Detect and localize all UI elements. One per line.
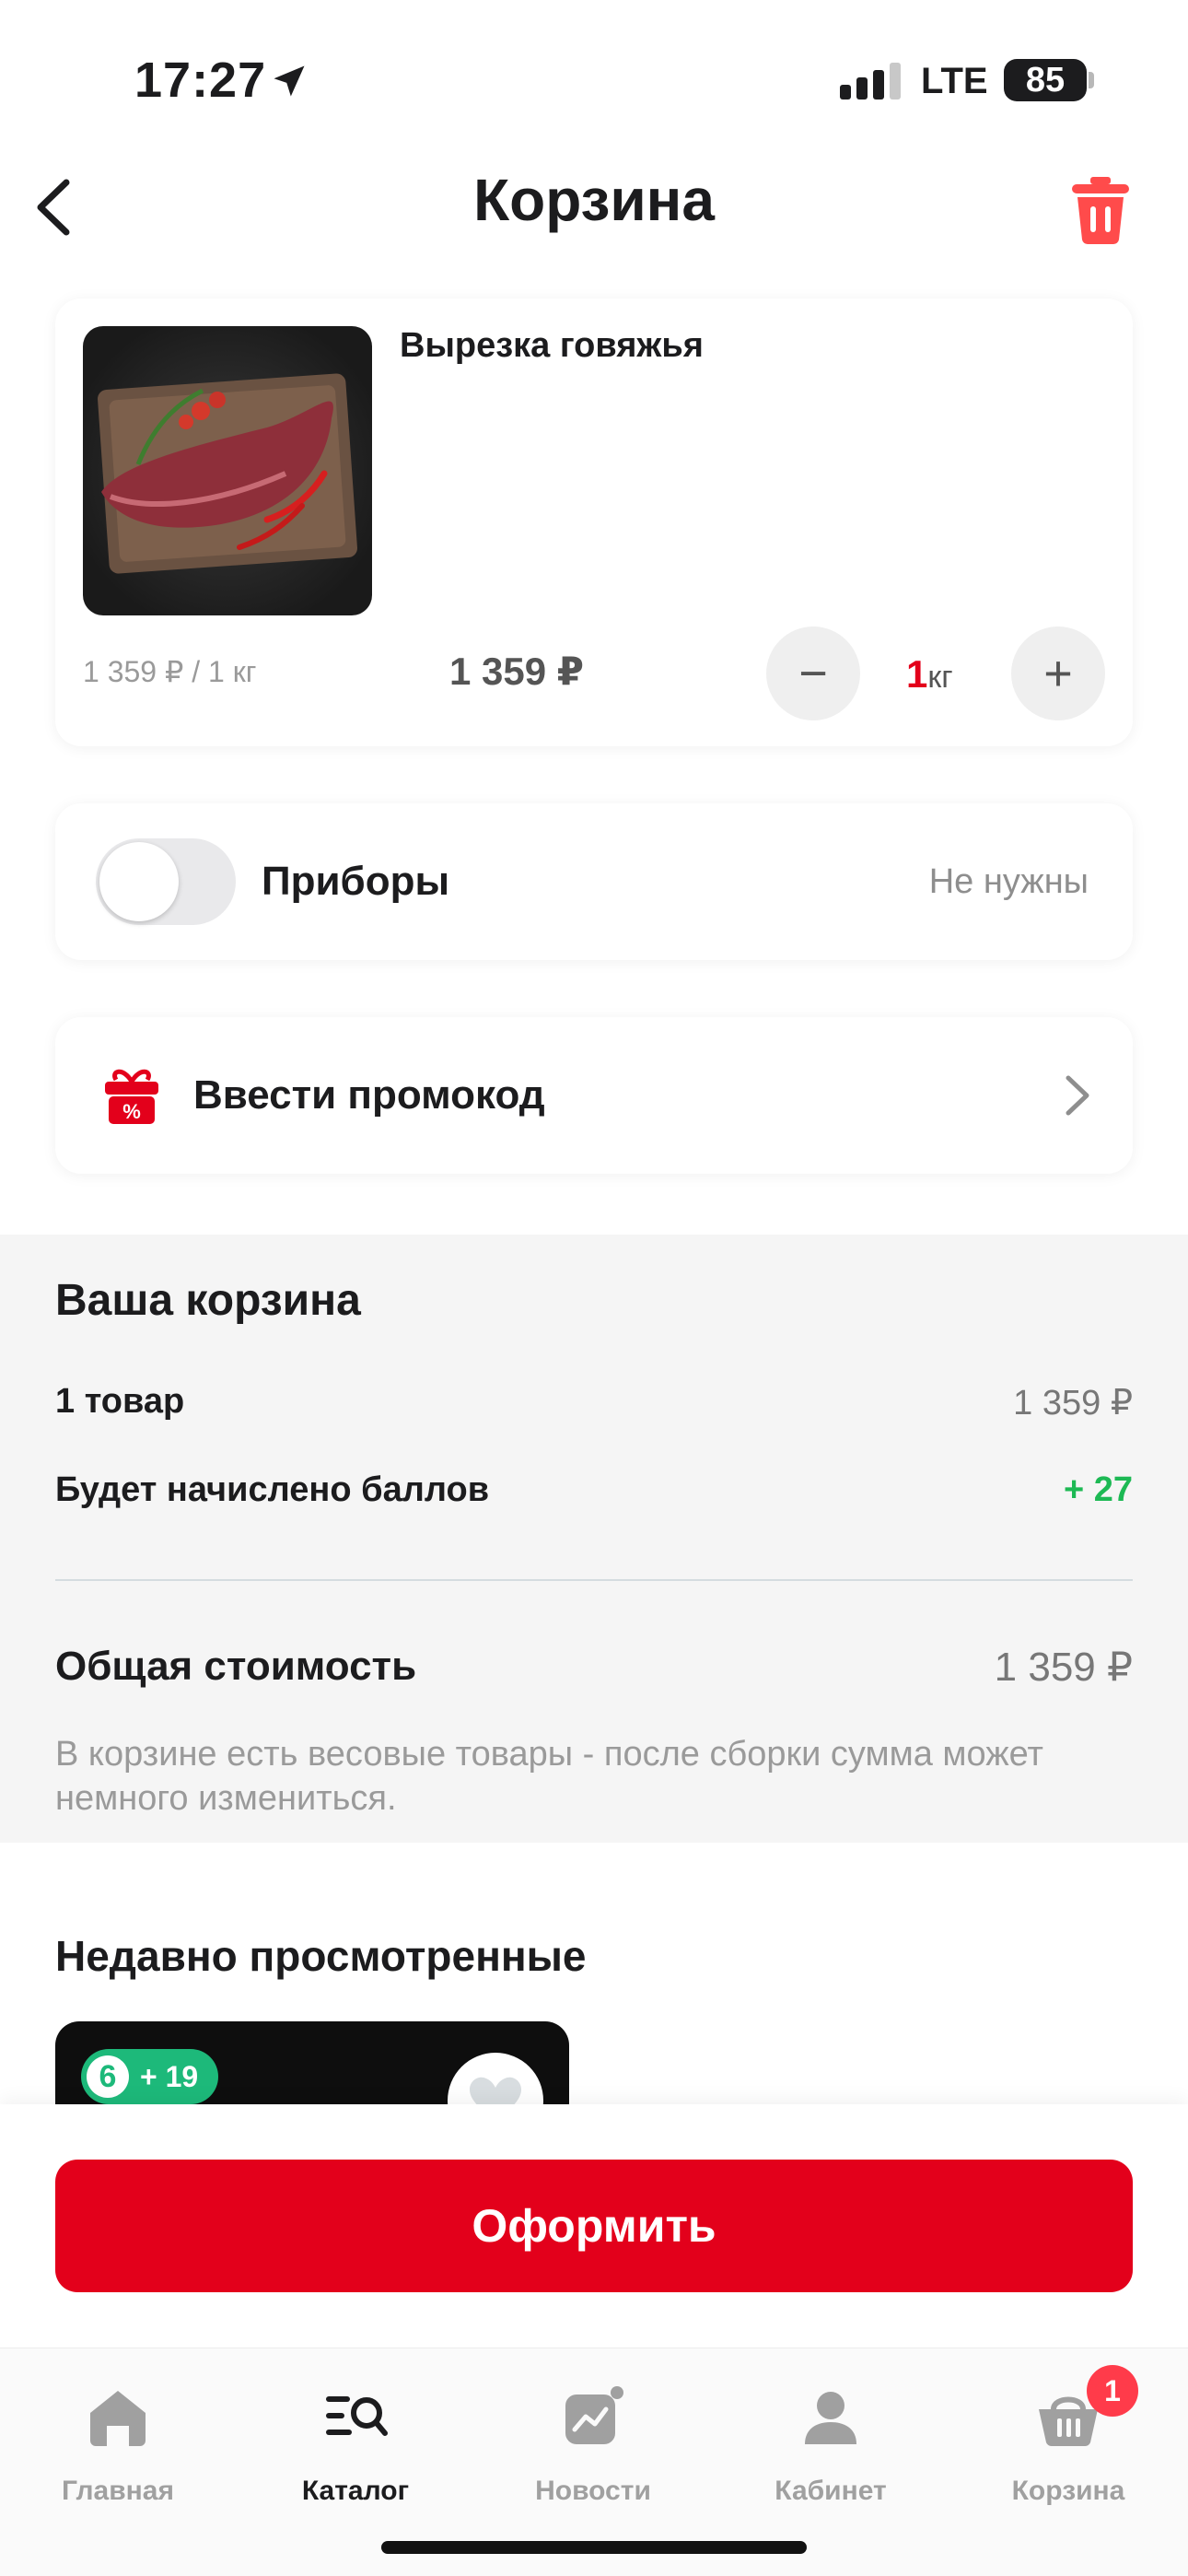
gift-percent-icon: %: [105, 1069, 158, 1124]
cutlery-toggle[interactable]: [96, 838, 236, 925]
points-badge-value: + 19: [140, 2059, 199, 2093]
bonus-points-row: Будет начислено баллов + 27: [55, 1470, 1133, 1510]
news-icon: [565, 2386, 623, 2444]
weight-items-note: В корзине есть весовые товары - после сб…: [55, 1735, 1043, 1818]
quantity-number: 1: [906, 652, 928, 696]
total-label: Общая стоимость: [55, 1644, 417, 1689]
points-badge: 6 + 19: [81, 2049, 219, 2104]
product-image[interactable]: [83, 326, 372, 615]
minus-icon: −: [798, 646, 828, 701]
status-bar: 17:27 LTE 85: [0, 0, 1188, 147]
points-badge-number: 6: [87, 2055, 129, 2098]
tab-cabinet-label: Кабинет: [775, 2476, 887, 2506]
tab-catalog-label: Каталог: [301, 2476, 410, 2506]
cart-count-badge: 1: [1087, 2365, 1138, 2417]
total-row: Общая стоимость 1 359 ₽: [55, 1644, 1133, 1690]
recently-viewed-title: Недавно просмотренные: [55, 1932, 587, 1980]
home-indicator: [381, 2541, 807, 2554]
signal-icon: [840, 63, 901, 100]
checkout-button[interactable]: Оформить: [55, 2160, 1133, 2292]
toggle-knob: [99, 842, 179, 921]
network-type: LTE: [921, 61, 988, 101]
tab-cabinet[interactable]: Кабинет: [739, 2365, 923, 2512]
quantity-unit: кг: [927, 660, 953, 695]
battery-icon: 85: [1004, 59, 1087, 101]
increase-quantity-button[interactable]: +: [1011, 626, 1105, 720]
quantity-value: 1кг: [906, 652, 953, 697]
items-subtotal: 1 359 ₽: [1013, 1384, 1133, 1423]
tab-news-label: Новости: [535, 2476, 651, 2506]
beef-tenderloin-image: [98, 373, 357, 574]
product-name[interactable]: Вырезка говяжья: [400, 326, 704, 366]
item-total-price: 1 359 ₽: [449, 650, 584, 693]
trash-icon: [1072, 177, 1129, 245]
battery-tip: [1089, 72, 1094, 88]
clear-cart-button[interactable]: [1068, 175, 1133, 245]
profile-icon: [805, 2392, 856, 2444]
summary-title: Ваша корзина: [55, 1276, 361, 1325]
bonus-points-label: Будет начислено баллов: [55, 1470, 490, 1509]
tab-home[interactable]: Главная: [26, 2365, 210, 2512]
tab-news[interactable]: Новости: [501, 2365, 685, 2512]
page-title: Корзина: [473, 167, 715, 233]
plus-icon: +: [1043, 646, 1073, 701]
items-count-row: 1 товар 1 359 ₽: [55, 1382, 1133, 1423]
tab-cart-label: Корзина: [1011, 2476, 1125, 2506]
cart-item-card: Вырезка говяжья 1 359 ₽ / 1 кг 1 359 ₽ −…: [55, 299, 1133, 746]
decrease-quantity-button[interactable]: −: [766, 626, 860, 720]
unit-price: 1 359 ₽ / 1 кг: [83, 655, 257, 688]
catalog-search-icon: [326, 2396, 388, 2436]
promo-code-row[interactable]: % Ввести промокод: [55, 1017, 1133, 1174]
total-value: 1 359 ₽: [994, 1645, 1133, 1690]
status-time: 17:27: [134, 53, 267, 108]
items-count-label: 1 товар: [55, 1382, 185, 1421]
cart-summary: Ваша корзина 1 товар 1 359 ₽ Будет начис…: [0, 1235, 1188, 1843]
bonus-points-value: + 27: [1063, 1470, 1133, 1509]
location-arrow-icon: [274, 65, 305, 97]
promo-label: Ввести промокод: [193, 1072, 545, 1118]
cutlery-status: Не нужны: [928, 862, 1089, 901]
cutlery-label: Приборы: [262, 859, 450, 904]
svg-text:%: %: [122, 1100, 141, 1123]
tab-catalog[interactable]: Каталог: [263, 2365, 448, 2512]
tab-home-label: Главная: [61, 2476, 174, 2506]
home-icon: [90, 2391, 146, 2446]
tab-cart[interactable]: 1 Корзина: [976, 2365, 1160, 2512]
cutlery-row: Приборы Не нужны: [55, 803, 1133, 960]
checkout-bar: Оформить: [0, 2104, 1188, 2348]
chevron-right-icon: [1066, 1075, 1089, 1116]
divider: [55, 1579, 1133, 1581]
